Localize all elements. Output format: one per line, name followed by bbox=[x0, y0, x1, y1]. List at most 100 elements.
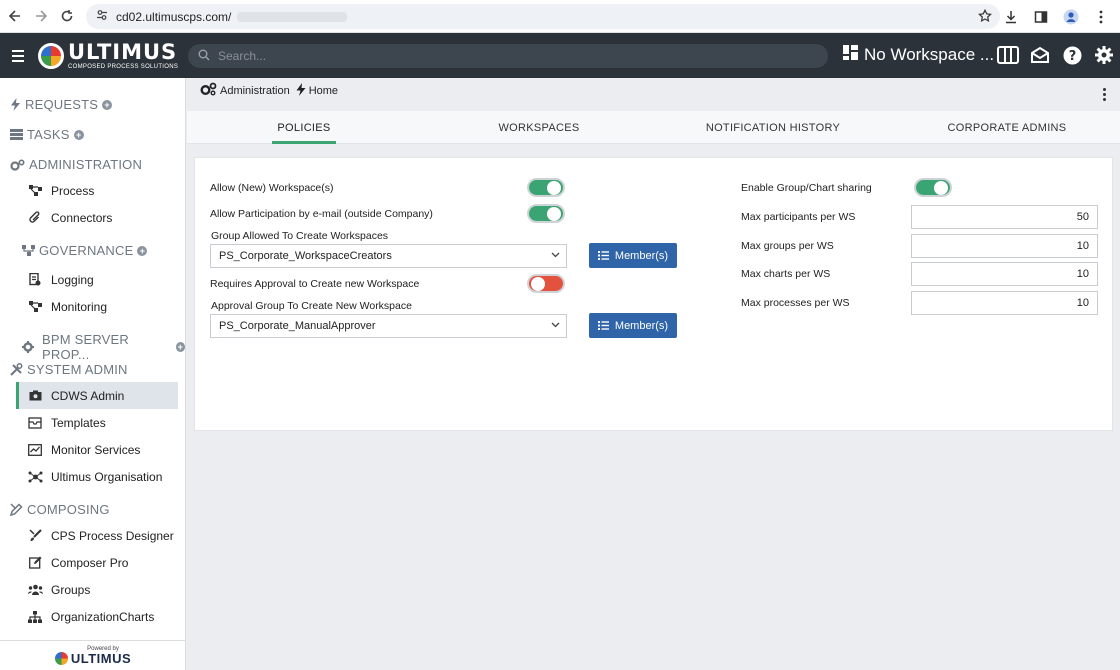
approval-group-select[interactable]: PS_Corporate_ManualApprover bbox=[210, 314, 567, 338]
camera-icon bbox=[27, 390, 43, 401]
sidebar-label-composing: COMPOSING bbox=[27, 502, 110, 517]
workspace-selector[interactable]: No Workspace ... bbox=[842, 44, 994, 66]
address-bar[interactable]: cd02.ultimuscps.com/ bbox=[86, 4, 1000, 29]
sidebar-item-label: Groups bbox=[51, 582, 91, 597]
bookmark-star-icon[interactable] bbox=[978, 8, 992, 26]
add-task-icon[interactable]: + bbox=[73, 129, 84, 140]
site-info-icon[interactable] bbox=[96, 9, 108, 24]
add-bpm-icon[interactable]: + bbox=[175, 342, 185, 352]
max-participants-input[interactable]: 50 bbox=[911, 205, 1098, 229]
bolt-icon bbox=[296, 82, 306, 99]
sidebar-section-governance[interactable]: GOVERNANCE + bbox=[22, 243, 148, 258]
users-group-icon bbox=[27, 584, 43, 596]
sidebar-label-governance: GOVERNANCE bbox=[39, 243, 134, 258]
sidebar-item-organization-charts[interactable]: OrganizationCharts bbox=[16, 603, 178, 630]
designer-brush-icon bbox=[27, 529, 43, 542]
sidebar-item-label: CDWS Admin bbox=[51, 388, 125, 403]
tab-bar: POLICIES WORKSPACES NOTIFICATION HISTORY… bbox=[187, 111, 1120, 144]
max-charts-label: Max charts per WS bbox=[741, 268, 831, 280]
approval-members-button[interactable]: Member(s) bbox=[589, 313, 677, 338]
sidebar-item-composer-pro[interactable]: Composer Pro bbox=[16, 549, 178, 576]
columns-icon[interactable] bbox=[996, 43, 1020, 67]
search-bar[interactable] bbox=[188, 44, 828, 68]
max-processes-input[interactable]: 10 bbox=[911, 291, 1098, 315]
sidebar-section-administration[interactable]: ADMINISTRATION bbox=[10, 157, 142, 172]
tab-workspaces[interactable]: WORKSPACES bbox=[489, 111, 589, 144]
sidebar-item-label: Logging bbox=[51, 272, 94, 287]
sidebar-label-requests: REQUESTS bbox=[25, 97, 99, 112]
composing-pencil-icon bbox=[10, 503, 23, 516]
tab-policies[interactable]: POLICIES bbox=[272, 111, 336, 144]
breadcrumb-home[interactable]: Home bbox=[296, 82, 339, 99]
back-icon[interactable] bbox=[2, 3, 28, 29]
max-processes-label: Max processes per WS bbox=[741, 297, 850, 309]
more-options-icon[interactable] bbox=[1103, 88, 1106, 101]
url-redacted bbox=[237, 11, 348, 22]
enable-sharing-toggle[interactable] bbox=[914, 178, 952, 197]
sidebar-item-process[interactable]: Process bbox=[16, 177, 178, 204]
sidebar-section-composing[interactable]: COMPOSING bbox=[10, 502, 110, 517]
sidebar-item-label: Templates bbox=[51, 415, 106, 430]
group-members-label: Member(s) bbox=[614, 249, 669, 262]
monitor-chart-icon bbox=[27, 443, 43, 456]
allow-participation-label: Allow Participation by e-mail (outside C… bbox=[210, 208, 433, 220]
footer-logo-name: ULTIMUS bbox=[70, 650, 132, 666]
workspace-icon bbox=[842, 44, 859, 66]
profile-icon[interactable] bbox=[1058, 4, 1084, 30]
list-icon bbox=[597, 251, 609, 260]
breadcrumb-administration[interactable]: Administration bbox=[200, 82, 290, 99]
sidebar-item-monitor-services[interactable]: Monitor Services bbox=[16, 436, 178, 463]
tab-notification-history[interactable]: NOTIFICATION HISTORY bbox=[697, 111, 849, 144]
sidebar-item-label: Monitor Services bbox=[51, 442, 141, 457]
requires-approval-toggle[interactable] bbox=[527, 274, 565, 293]
settings-gear-icon[interactable] bbox=[1092, 43, 1116, 67]
hamburger-menu-icon[interactable] bbox=[4, 49, 32, 62]
breadcrumb-home-label: Home bbox=[308, 84, 339, 97]
reload-icon[interactable] bbox=[54, 3, 80, 29]
allow-new-workspace-toggle[interactable] bbox=[527, 178, 565, 197]
chevron-down-icon bbox=[551, 250, 560, 262]
governance-flow-icon bbox=[22, 245, 35, 256]
approval-group-value: PS_Corporate_ManualApprover bbox=[219, 320, 376, 332]
allow-participation-toggle[interactable] bbox=[527, 204, 565, 223]
sidebar-item-ultimus-organisation[interactable]: Ultimus Organisation bbox=[16, 463, 178, 490]
policies-panel: Allow (New) Workspace(s) Allow Participa… bbox=[194, 157, 1113, 431]
workspace-label: No Workspace ... bbox=[864, 45, 995, 64]
sidebar-item-templates[interactable]: Templates bbox=[16, 409, 178, 436]
browser-menu-icon[interactable] bbox=[1088, 4, 1114, 30]
sidebar-item-cps-process-designer[interactable]: CPS Process Designer bbox=[16, 522, 178, 549]
add-governance-icon[interactable]: + bbox=[137, 245, 148, 256]
sidebar-item-connectors[interactable]: Connectors bbox=[16, 204, 178, 231]
allow-new-workspace-label: Allow (New) Workspace(s) bbox=[210, 182, 334, 194]
inbox-icon[interactable] bbox=[1028, 43, 1052, 67]
max-groups-label: Max groups per WS bbox=[741, 240, 834, 252]
approval-group-label: Approval Group To Create New Workspace bbox=[211, 300, 412, 312]
forward-icon[interactable] bbox=[28, 3, 54, 29]
help-icon[interactable]: ? bbox=[1060, 43, 1084, 67]
sidebar-label-bpm-server: BPM SERVER PROP... bbox=[42, 332, 130, 362]
sidebar: REQUESTS + TASKS + ADMINISTRATION Proces… bbox=[0, 78, 186, 670]
group-allowed-select[interactable]: PS_Corporate_WorkspaceCreators bbox=[210, 244, 567, 268]
group-members-button[interactable]: Member(s) bbox=[589, 243, 677, 268]
logo-mark-icon bbox=[38, 42, 64, 69]
max-charts-input[interactable]: 10 bbox=[911, 262, 1098, 286]
list-icon bbox=[597, 321, 609, 330]
sidebar-item-cdws-admin[interactable]: CDWS Admin bbox=[16, 382, 178, 409]
ultimus-logo[interactable]: ULTIMUS COMPOSED PROCESS SOLUTIONS bbox=[38, 41, 178, 70]
sidebar-item-monitoring[interactable]: Monitoring bbox=[16, 293, 178, 320]
tab-corporate-admins[interactable]: CORPORATE ADMINS bbox=[942, 111, 1072, 144]
process-flow-icon bbox=[27, 185, 43, 196]
search-input[interactable] bbox=[218, 49, 798, 63]
sidebar-section-requests[interactable]: REQUESTS + bbox=[10, 97, 113, 112]
sidebar-section-bpm-server[interactable]: BPM SERVER PROP... + bbox=[22, 332, 185, 362]
add-request-icon[interactable]: + bbox=[102, 99, 113, 110]
download-icon[interactable] bbox=[998, 4, 1024, 30]
sidebar-item-groups[interactable]: Groups bbox=[16, 576, 178, 603]
url-text: cd02.ultimuscps.com/ bbox=[116, 9, 232, 24]
sidebar-section-tasks[interactable]: TASKS + bbox=[10, 127, 84, 142]
sidebar-section-system-admin[interactable]: SYSTEM ADMIN bbox=[10, 362, 128, 377]
side-panel-icon[interactable] bbox=[1028, 4, 1054, 30]
sidebar-item-logging[interactable]: Logging bbox=[16, 266, 178, 293]
enable-sharing-label: Enable Group/Chart sharing bbox=[741, 182, 872, 194]
max-groups-input[interactable]: 10 bbox=[911, 234, 1098, 258]
